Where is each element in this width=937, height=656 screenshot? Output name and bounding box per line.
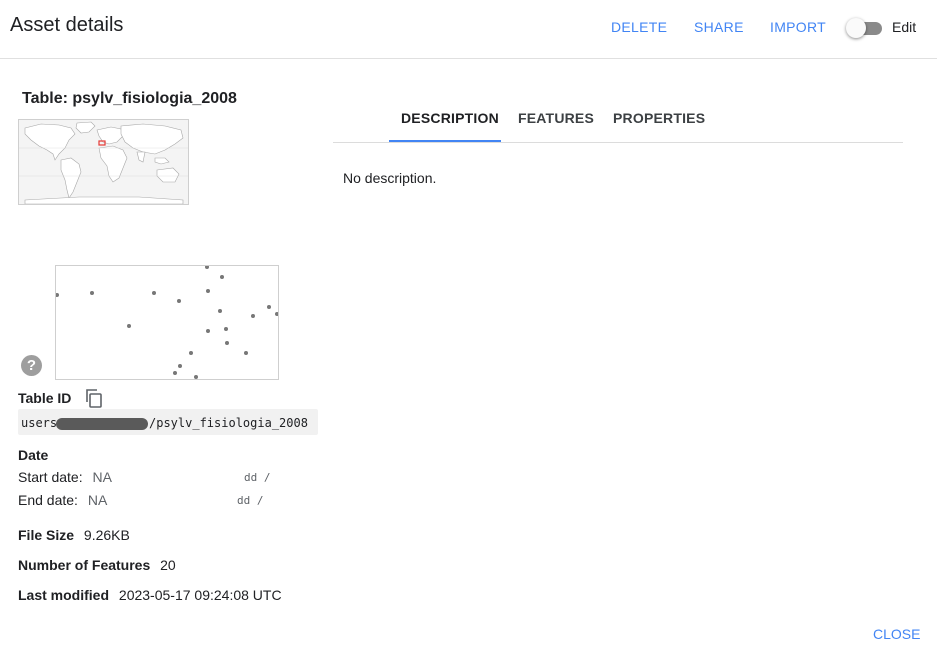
tab-features[interactable]: FEATURES <box>518 110 594 126</box>
features-row: Number of Features 20 <box>18 557 176 573</box>
file-size-label: File Size <box>18 527 75 543</box>
date-heading: Date <box>18 447 49 463</box>
end-date-row: End date: NA <box>18 492 107 508</box>
file-size-row: File Size 9.26KB <box>18 527 130 543</box>
asset-title: Table: psylv_fisiologia_2008 <box>22 90 237 107</box>
tab-properties[interactable]: PROPERTIES <box>613 110 705 126</box>
tab-bar: DESCRIPTION FEATURES PROPERTIES <box>333 97 903 143</box>
feature-point <box>275 312 278 316</box>
last-modified-row: Last modified 2023-05-17 09:24:08 UTC <box>18 587 282 603</box>
end-date-label: End date: <box>18 492 78 508</box>
close-button[interactable]: CLOSE <box>873 626 920 642</box>
redacted-username <box>56 418 148 430</box>
share-button[interactable]: SHARE <box>694 19 744 35</box>
feature-point <box>244 351 248 355</box>
active-tab-indicator <box>389 140 501 142</box>
feature-point <box>177 299 181 303</box>
start-date-label: Start date: <box>18 469 83 485</box>
feature-point <box>218 309 222 313</box>
feature-point <box>90 291 94 295</box>
feature-point <box>206 329 210 333</box>
start-date-input[interactable]: dd / <box>244 471 271 484</box>
feature-preview <box>55 265 279 380</box>
feature-point <box>224 327 228 331</box>
feature-point <box>152 291 156 295</box>
help-icon[interactable]: ? <box>21 355 42 376</box>
dialog-header: Asset details DELETE SHARE IMPORT Edit <box>0 0 937 59</box>
dialog-title: Asset details <box>10 14 124 36</box>
feature-point <box>225 341 229 345</box>
table-id-label: Table ID <box>18 390 72 406</box>
feature-point <box>194 375 198 379</box>
edit-toggle-knob <box>846 18 866 38</box>
feature-point <box>220 275 224 279</box>
end-date-input[interactable]: dd / <box>237 494 264 507</box>
start-date-value: NA <box>92 469 112 485</box>
feature-point <box>206 289 210 293</box>
tab-description[interactable]: DESCRIPTION <box>401 110 499 126</box>
world-map-thumbnail <box>18 119 189 205</box>
feature-point <box>267 305 271 309</box>
feature-point <box>173 371 177 375</box>
feature-point <box>205 266 209 269</box>
copy-icon[interactable] <box>84 388 104 408</box>
delete-button[interactable]: DELETE <box>611 19 667 35</box>
end-date-value: NA <box>87 492 108 508</box>
table-id-suffix: /psylv_fisiologia_2008 <box>149 416 308 430</box>
features-value: 20 <box>160 557 176 573</box>
feature-point <box>178 364 182 368</box>
features-label: Number of Features <box>18 557 151 573</box>
feature-point <box>189 351 193 355</box>
feature-point <box>251 314 255 318</box>
file-size-value: 9.26KB <box>83 527 130 543</box>
description-text: No description. <box>343 170 437 186</box>
import-button[interactable]: IMPORT <box>770 19 826 35</box>
table-id-prefix: users <box>21 416 58 430</box>
world-map-image <box>19 120 188 205</box>
last-modified-value: 2023-05-17 09:24:08 UTC <box>118 587 282 603</box>
edit-toggle[interactable] <box>846 18 884 38</box>
feature-point <box>127 324 131 328</box>
start-date-row: Start date: NA <box>18 469 112 485</box>
table-id-field[interactable]: users /psylv_fisiologia_2008 <box>18 409 318 435</box>
last-modified-label: Last modified <box>18 587 110 603</box>
feature-point <box>56 293 59 297</box>
feature-points <box>56 266 278 379</box>
edit-toggle-label: Edit <box>892 19 917 35</box>
